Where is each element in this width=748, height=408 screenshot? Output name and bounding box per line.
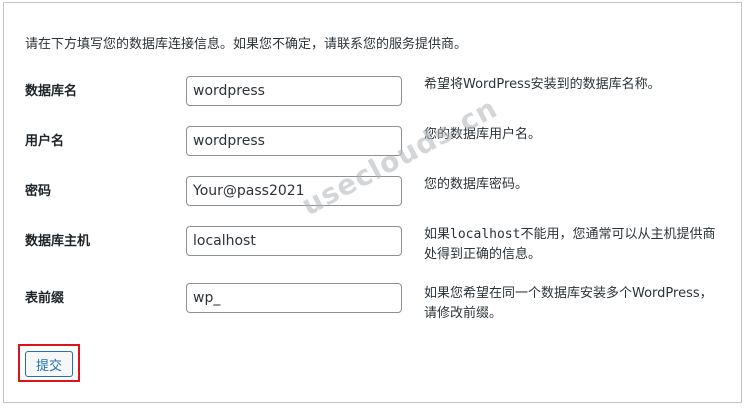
intro-text: 请在下方填写您的数据库连接信息。如果您不确定，请联系您的服务提供商。 [25,37,468,52]
submit-button[interactable]: 提交 [25,351,73,377]
db-host-description: 如果localhost不能用，您通常可以从主机提供商处得到正确的信息。 [424,225,724,265]
db-host-label: 数据库主机 [25,234,91,249]
password-input[interactable] [186,176,402,206]
password-label: 密码 [25,184,52,199]
setup-form-panel: 请在下方填写您的数据库连接信息。如果您不确定，请联系您的服务提供商。 数据库名 … [3,2,742,403]
username-label: 用户名 [25,134,65,149]
db-host-desc-prefix: 如果 [424,227,451,242]
table-prefix-description: 如果您希望在同一个数据库安装多个WordPress，请修改前缀。 [424,286,713,321]
db-name-description: 希望将WordPress安装到的数据库名称。 [424,77,661,92]
table-prefix-label: 表前缀 [25,291,65,306]
password-description: 您的数据库密码。 [424,177,529,192]
db-host-input[interactable] [186,226,402,256]
db-host-desc-code: localhost [450,227,521,242]
submit-highlight-box: 提交 [18,344,80,382]
username-input[interactable] [186,126,402,156]
username-description: 您的数据库用户名。 [424,127,542,142]
db-name-input[interactable] [186,76,402,106]
table-prefix-input[interactable] [186,283,402,313]
db-name-label: 数据库名 [25,84,78,99]
